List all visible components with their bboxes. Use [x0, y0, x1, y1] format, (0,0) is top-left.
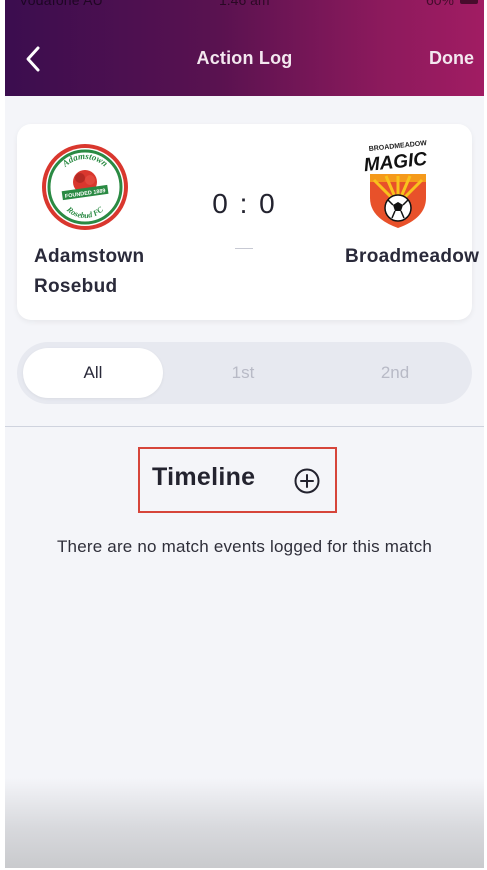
- plus-circle-icon: [294, 468, 320, 494]
- tab-2nd[interactable]: 2nd: [325, 348, 465, 398]
- away-logo-main-text: MAGIC: [363, 149, 428, 177]
- score-divider: [235, 248, 253, 249]
- home-team-name: Adamstown Rosebud: [34, 246, 145, 297]
- done-button[interactable]: Done: [429, 48, 474, 69]
- tab-all[interactable]: All: [23, 348, 163, 398]
- status-bar: Vodafone AU 1:46 am 60%: [5, 0, 484, 18]
- battery-icon: [460, 0, 478, 4]
- empty-state-message: There are no match events logged for thi…: [56, 537, 433, 556]
- add-event-button[interactable]: [293, 467, 321, 495]
- page-title: Action Log: [196, 48, 293, 68]
- battery-percent: 60%: [425, 0, 454, 8]
- app-screen: Vodafone AU 1:46 am 60% Action Log Done: [5, 0, 484, 868]
- carrier-label: Vodafone AU: [19, 0, 103, 8]
- match-card: Adamstown Rosebud FC FOUNDED 1889 BROADM…: [17, 124, 480, 320]
- section-divider: [5, 426, 484, 427]
- bottom-fade: [5, 778, 484, 868]
- period-segmented-control: All 1st 2nd: [17, 342, 472, 404]
- match-score: 0 : 0: [212, 188, 277, 219]
- away-team-name: Broadmeadow: [345, 246, 480, 267]
- header-bar: Vodafone AU 1:46 am 60% Action Log Done: [5, 0, 484, 96]
- status-time: 1:46 am: [219, 0, 270, 8]
- timeline-title: Timeline: [152, 463, 256, 491]
- tab-1st[interactable]: 1st: [173, 348, 313, 398]
